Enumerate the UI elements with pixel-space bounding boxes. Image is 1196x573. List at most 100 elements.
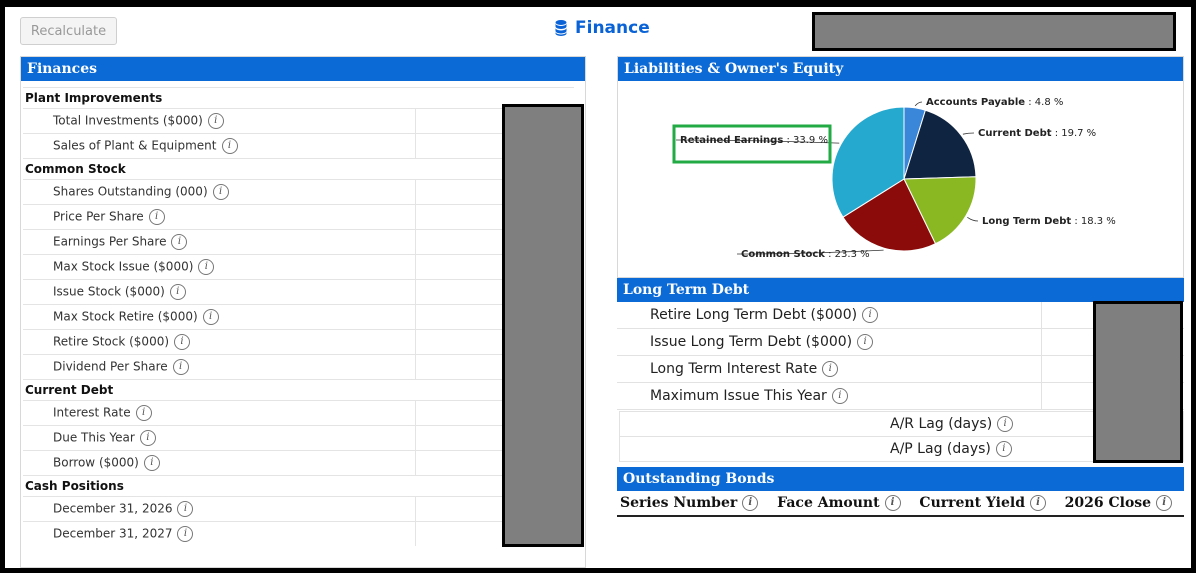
column-title: 2026 Close [1064, 495, 1152, 511]
section-title: Plant Improvements [23, 87, 574, 109]
recalculate-button[interactable]: Recalculate [20, 17, 117, 45]
bonds-column-header[interactable]: 2026 Close i [1062, 495, 1184, 511]
info-icon[interactable]: i [1156, 495, 1173, 511]
info-icon[interactable]: i [177, 526, 194, 542]
info-icon[interactable]: i [172, 359, 189, 375]
bonds-column-headers: Series Number i Face Amount i Current Yield i… [617, 491, 1184, 517]
pie-label-name: Common Stock [741, 249, 825, 260]
row-label: Maximum Issue This Year [650, 388, 827, 404]
info-icon[interactable]: i [1030, 495, 1047, 511]
row-label-cell: December 31, 2027 i [23, 521, 416, 546]
finances-table: Plant Improvements Total Investments ($00… [23, 87, 574, 546]
info-icon[interactable]: i [221, 138, 238, 154]
section-title: Common Stock [23, 158, 574, 180]
row-label-cell: Borrow ($000) i [23, 450, 416, 476]
row-label-cell: Issue Stock ($000) i [23, 279, 416, 305]
row-label: December 31, 2026 [53, 501, 173, 516]
section-title: Cash Positions [23, 475, 574, 497]
info-icon[interactable]: i [831, 388, 848, 404]
table-row: Earnings Per Share i [23, 229, 574, 255]
pie-label-pct: : 23.3 % [825, 249, 870, 260]
row-label-cell: Max Stock Retire ($000) i [23, 304, 416, 330]
table-row: Max Stock Retire ($000) i [23, 304, 574, 330]
section-header: Current Debt [23, 379, 574, 401]
info-icon[interactable]: i [207, 113, 224, 129]
row-label: Issue Long Term Debt ($000) [650, 334, 853, 350]
row-label: Interest Rate [53, 405, 131, 420]
row-label: Retire Stock ($000) [53, 334, 170, 349]
info-icon[interactable]: i [169, 284, 186, 300]
row-label-cell: Dividend Per Share i [23, 354, 416, 380]
info-icon[interactable]: i [857, 334, 874, 350]
table-row: Price Per Share i [23, 204, 574, 230]
row-label-cell: Interest Rate i [23, 400, 416, 426]
redacted-block-top [812, 12, 1176, 51]
pie-label-pct: : 4.8 % [1025, 97, 1063, 108]
info-icon[interactable]: i [862, 307, 879, 323]
table-row: Total Investments ($000) i [23, 108, 574, 134]
ar-lag-label: A/R Lag (days) [890, 416, 993, 432]
bonds-column-header[interactable]: Face Amount i [774, 495, 916, 511]
section-header: Common Stock [23, 158, 574, 180]
page-title: Finance [555, 18, 650, 38]
row-label: Total Investments ($000) [53, 113, 203, 128]
pie-label-pct: : 18.3 % [1071, 216, 1116, 227]
info-icon[interactable]: i [174, 334, 191, 350]
row-label: Borrow ($000) [53, 455, 139, 470]
bonds-column-header[interactable]: Series Number i [617, 495, 774, 511]
info-icon[interactable]: i [177, 501, 194, 517]
row-label: Price Per Share [53, 209, 144, 224]
pie-label-name: Retained Earnings [680, 135, 783, 146]
info-icon[interactable]: i [143, 455, 160, 471]
table-row: December 31, 2026 i [23, 496, 574, 522]
row-label: Retire Long Term Debt ($000) [650, 307, 858, 323]
info-icon[interactable]: i [148, 209, 165, 225]
column-title: Face Amount [777, 495, 880, 511]
info-icon[interactable]: i [884, 495, 901, 511]
pie-label: Common Stock : 23.3 % [741, 249, 870, 260]
info-icon[interactable]: i [171, 234, 188, 250]
leader-line [962, 132, 975, 135]
liabilities-header: Liabilities & Owner's Equity [618, 57, 1183, 81]
row-label: Dividend Per Share [53, 359, 168, 374]
table-row: Max Stock Issue ($000) i [23, 254, 574, 280]
row-label: Shares Outstanding (000) [53, 184, 208, 199]
row-label-cell: Max Stock Issue ($000) i [23, 254, 416, 280]
section-header: Cash Positions [23, 475, 574, 497]
table-row: Borrow ($000) i [23, 450, 574, 476]
leader-line [967, 216, 979, 222]
info-icon[interactable]: i [995, 441, 1012, 457]
row-label-cell: Shares Outstanding (000) i [23, 179, 416, 205]
info-icon[interactable]: i [742, 495, 759, 511]
bonds-column-header[interactable]: Current Yield i [916, 495, 1061, 511]
pie-label: Current Debt : 19.7 % [978, 128, 1096, 139]
liabilities-pie-chart: Accounts Payable : 4.8 % Current Debt : 1… [672, 97, 1116, 260]
info-icon[interactable]: i [997, 416, 1014, 432]
pie-label-name: Current Debt [978, 128, 1052, 139]
database-icon [555, 20, 567, 36]
info-icon[interactable]: i [139, 430, 156, 446]
info-icon[interactable]: i [212, 184, 229, 200]
table-row: Sales of Plant & Equipment i [23, 133, 574, 159]
table-row: Shares Outstanding (000) i [23, 179, 574, 205]
row-label: Long Term Interest Rate [650, 361, 818, 377]
table-row: December 31, 2027 i [23, 521, 574, 546]
pie-label: Long Term Debt : 18.3 % [982, 216, 1116, 227]
info-icon[interactable]: i [202, 309, 219, 325]
pie-label-pct: : 19.7 % [1052, 128, 1097, 139]
row-label-cell: Maximum Issue This Year i [617, 382, 1042, 410]
table-row: Interest Rate i [23, 400, 574, 426]
row-label: Max Stock Retire ($000) [53, 309, 198, 324]
outstanding-bonds-panel: Outstanding Bonds Series Number i Face Amo… [617, 467, 1184, 517]
info-icon[interactable]: i [198, 259, 215, 275]
table-row: Due This Year i [23, 425, 574, 451]
info-icon[interactable]: i [135, 405, 152, 421]
row-label-cell: Long Term Interest Rate i [617, 355, 1042, 383]
long-term-debt-header: Long Term Debt [617, 278, 1184, 302]
section-title: Current Debt [23, 379, 574, 401]
section-header: Plant Improvements [23, 87, 574, 109]
info-icon[interactable]: i [822, 361, 839, 377]
row-label: Earnings Per Share [53, 234, 167, 249]
redacted-block-right [1093, 301, 1183, 463]
row-label-cell: Total Investments ($000) i [23, 108, 416, 134]
